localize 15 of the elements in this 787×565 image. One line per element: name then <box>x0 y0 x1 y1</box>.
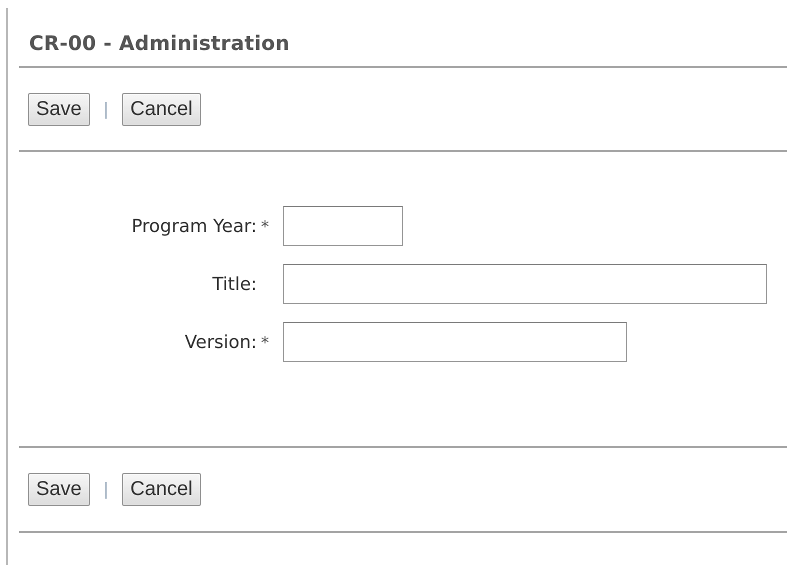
required-mark: * <box>261 216 270 236</box>
save-button[interactable]: Save <box>28 473 90 506</box>
required-mark: * <box>261 332 270 352</box>
field-label: Title: <box>212 274 257 294</box>
page-title: CR-00 - Administration <box>29 30 291 57</box>
cancel-button[interactable]: Cancel <box>122 92 201 126</box>
input-field[interactable] <box>283 206 403 246</box>
save-button[interactable]: Save <box>28 92 90 126</box>
input-field[interactable] <box>283 322 627 362</box>
separator: | <box>104 479 108 500</box>
field-label: Version: <box>184 332 257 352</box>
cancel-button[interactable]: Cancel <box>122 473 201 506</box>
field-label: Program Year: <box>131 216 257 236</box>
input-field[interactable] <box>283 264 767 304</box>
separator: | <box>104 98 108 120</box>
